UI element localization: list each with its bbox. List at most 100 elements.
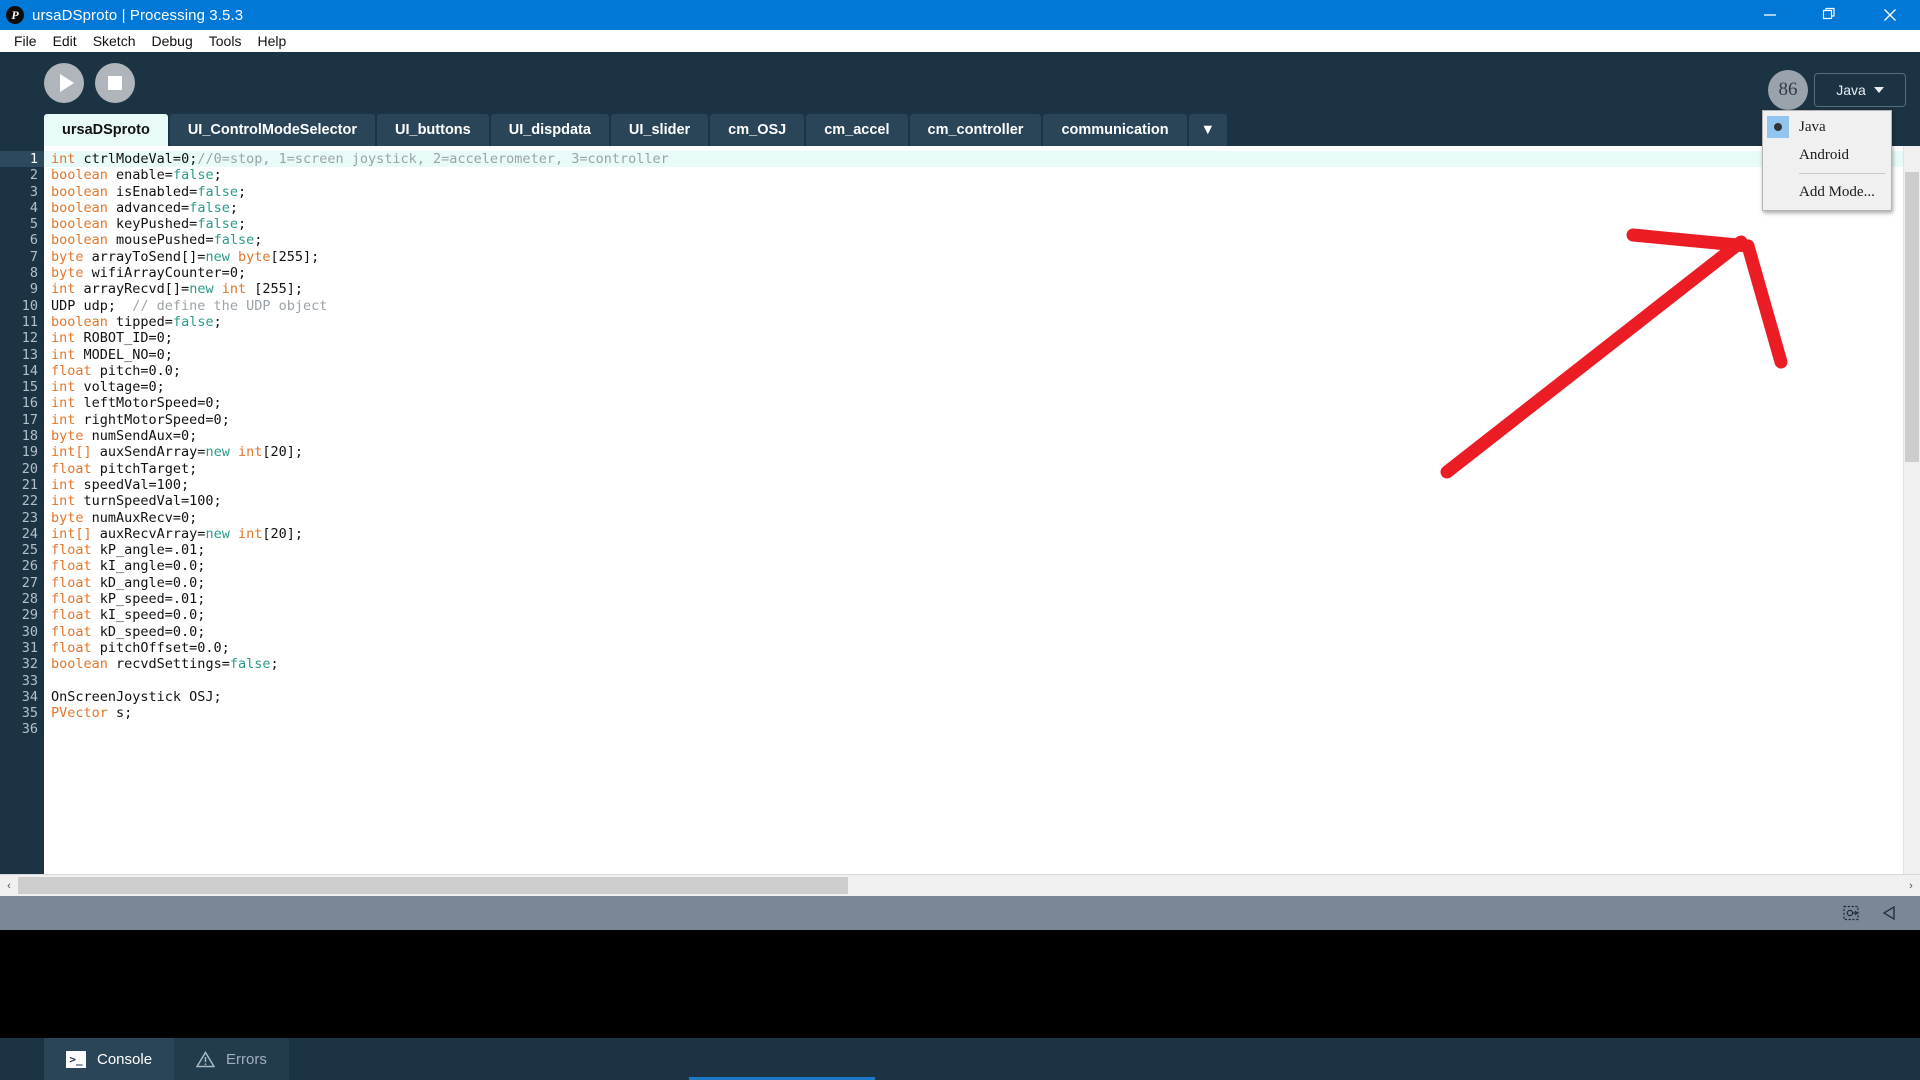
code-line[interactable]: int ROBOT_ID=0; bbox=[44, 330, 1903, 346]
code-token: ; bbox=[254, 232, 263, 249]
code-line[interactable]: int MODEL_NO=0; bbox=[44, 347, 1903, 363]
menu-edit[interactable]: Edit bbox=[45, 30, 85, 52]
code-token: kD_angle=0.0; bbox=[91, 574, 206, 591]
minimize-button[interactable] bbox=[1740, 0, 1800, 30]
code-token: false bbox=[172, 313, 214, 330]
code-text-area[interactable]: int ctrlModeVal=0;//0=stop, 1=screen joy… bbox=[44, 146, 1903, 874]
menu-tools[interactable]: Tools bbox=[201, 30, 250, 52]
code-line[interactable]: byte numAuxRecv=0; bbox=[44, 510, 1903, 526]
menu-sketch[interactable]: Sketch bbox=[85, 30, 144, 52]
code-line[interactable]: boolean advanced=false; bbox=[44, 200, 1903, 216]
tab-cm_accel[interactable]: cm_accel bbox=[806, 114, 908, 146]
play-icon bbox=[59, 74, 74, 92]
menu-help[interactable]: Help bbox=[249, 30, 294, 52]
code-token: boolean bbox=[51, 232, 108, 249]
code-token: byte bbox=[51, 509, 84, 526]
tab-overflow-button[interactable]: ▼ bbox=[1188, 114, 1227, 146]
menu-file[interactable]: File bbox=[6, 30, 45, 52]
tab-cm_controller[interactable]: cm_controller bbox=[909, 114, 1042, 146]
code-line[interactable]: boolean mousePushed=false; bbox=[44, 232, 1903, 248]
mode-menu-item-java[interactable]: Java bbox=[1763, 113, 1891, 141]
line-number: 7 bbox=[29, 248, 38, 265]
vertical-scroll-thumb[interactable] bbox=[1905, 172, 1919, 462]
code-token: int bbox=[51, 476, 76, 493]
line-number: 13 bbox=[21, 346, 38, 363]
code-line[interactable]: float kI_angle=0.0; bbox=[44, 558, 1903, 574]
code-line[interactable]: float pitchTarget; bbox=[44, 461, 1903, 477]
code-line[interactable]: int leftMotorSpeed=0; bbox=[44, 395, 1903, 411]
code-line[interactable]: int[] auxRecvArray=new int[20]; bbox=[44, 526, 1903, 542]
warning-icon bbox=[196, 1050, 216, 1068]
mode-selector-button[interactable]: Java bbox=[1814, 73, 1906, 107]
code-line[interactable]: float kP_angle=.01; bbox=[44, 542, 1903, 558]
mode-menu-item-add-mode[interactable]: Add Mode... bbox=[1763, 178, 1891, 206]
tab-ursaDSproto[interactable]: ursaDSproto bbox=[44, 114, 168, 146]
code-token: [20]; bbox=[262, 525, 303, 542]
collapse-arrow-icon[interactable] bbox=[1882, 905, 1898, 921]
mode-menu-item-java-label: Java bbox=[1799, 118, 1826, 135]
run-button[interactable] bbox=[44, 63, 84, 103]
tab-UI_slider[interactable]: UI_slider bbox=[610, 114, 709, 146]
mode-area: 86 Java bbox=[1768, 58, 1906, 110]
code-line[interactable]: int[] auxSendArray=new int[20]; bbox=[44, 444, 1903, 460]
console-output-area bbox=[0, 930, 1920, 1038]
code-line[interactable]: int rightMotorSpeed=0; bbox=[44, 412, 1903, 428]
maximize-button[interactable] bbox=[1800, 0, 1860, 30]
scroll-left-arrow-icon[interactable]: ‹ bbox=[0, 875, 18, 897]
code-line[interactable]: float kP_speed=.01; bbox=[44, 591, 1903, 607]
code-line[interactable]: byte numSendAux=0; bbox=[44, 428, 1903, 444]
code-line[interactable]: boolean tipped=false; bbox=[44, 314, 1903, 330]
horizontal-scroll-track[interactable] bbox=[18, 877, 1902, 894]
code-token: false bbox=[229, 656, 271, 673]
close-button[interactable] bbox=[1860, 0, 1920, 30]
code-line[interactable]: float pitchOffset=0.0; bbox=[44, 640, 1903, 656]
code-line[interactable]: float kD_speed=0.0; bbox=[44, 624, 1903, 640]
code-line[interactable]: boolean isEnabled=false; bbox=[44, 184, 1903, 200]
code-line[interactable]: int speedVal=100; bbox=[44, 477, 1903, 493]
menu-debug[interactable]: Debug bbox=[144, 30, 201, 52]
line-number: 35 bbox=[21, 705, 38, 722]
tab-UI_buttons[interactable]: UI_buttons bbox=[377, 114, 489, 146]
editor-horizontal-scrollbar[interactable]: ‹ › bbox=[0, 874, 1920, 896]
stop-button[interactable] bbox=[95, 63, 135, 103]
code-line[interactable]: float pitch=0.0; bbox=[44, 363, 1903, 379]
window-titlebar: P ursaDSproto | Processing 3.5.3 bbox=[0, 0, 1920, 30]
code-line[interactable]: int ctrlModeVal=0;//0=stop, 1=screen joy… bbox=[44, 151, 1903, 168]
code-line[interactable]: float kI_speed=0.0; bbox=[44, 607, 1903, 623]
tab-console[interactable]: >_ Console bbox=[44, 1038, 175, 1080]
code-line[interactable]: byte wifiArrayCounter=0; bbox=[44, 265, 1903, 281]
mode-dropdown-menu[interactable]: Java Android Add Mode... bbox=[1762, 110, 1892, 211]
code-token: ; bbox=[270, 656, 279, 673]
code-line[interactable]: PVector s; bbox=[44, 705, 1903, 721]
code-token: int bbox=[51, 395, 76, 412]
code-line[interactable]: float kD_angle=0.0; bbox=[44, 575, 1903, 591]
code-token: new bbox=[205, 248, 230, 265]
code-line[interactable]: int turnSpeedVal=100; bbox=[44, 493, 1903, 509]
line-number: 11 bbox=[21, 313, 38, 330]
code-line[interactable]: boolean keyPushed=false; bbox=[44, 216, 1903, 232]
horizontal-scroll-thumb[interactable] bbox=[18, 877, 848, 894]
line-number: 33 bbox=[21, 672, 38, 689]
code-line[interactable] bbox=[44, 721, 1903, 737]
editor-vertical-scrollbar[interactable] bbox=[1903, 146, 1920, 874]
code-line[interactable]: byte arrayToSend[]=new byte[255]; bbox=[44, 249, 1903, 265]
code-line[interactable]: int arrayRecvd[]=new int [255]; bbox=[44, 281, 1903, 297]
scroll-right-arrow-icon[interactable]: › bbox=[1902, 875, 1920, 897]
code-line[interactable]: boolean recvdSettings=false; bbox=[44, 656, 1903, 672]
mode-menu-item-android[interactable]: Android bbox=[1763, 141, 1891, 169]
code-line[interactable]: OnScreenJoystick OSJ; bbox=[44, 689, 1903, 705]
code-line[interactable]: int voltage=0; bbox=[44, 379, 1903, 395]
tab-UI_dispdata[interactable]: UI_dispdata bbox=[490, 114, 609, 146]
code-token: auxRecvArray= bbox=[91, 525, 206, 542]
tab-cm_OSJ[interactable]: cm_OSJ bbox=[710, 114, 805, 146]
tab-communication[interactable]: communication bbox=[1043, 114, 1187, 146]
move-to-window-icon[interactable] bbox=[1843, 905, 1860, 922]
tab-errors[interactable]: Errors bbox=[174, 1038, 289, 1080]
code-line[interactable]: UDP udp; // define the UDP object bbox=[44, 298, 1903, 314]
code-line[interactable] bbox=[44, 673, 1903, 689]
code-token: ; bbox=[237, 183, 247, 200]
code-line[interactable]: boolean enable=false; bbox=[44, 167, 1903, 183]
tab-UI_ControlModeSelector[interactable]: UI_ControlModeSelector bbox=[169, 114, 376, 146]
line-number: 25 bbox=[21, 542, 38, 559]
